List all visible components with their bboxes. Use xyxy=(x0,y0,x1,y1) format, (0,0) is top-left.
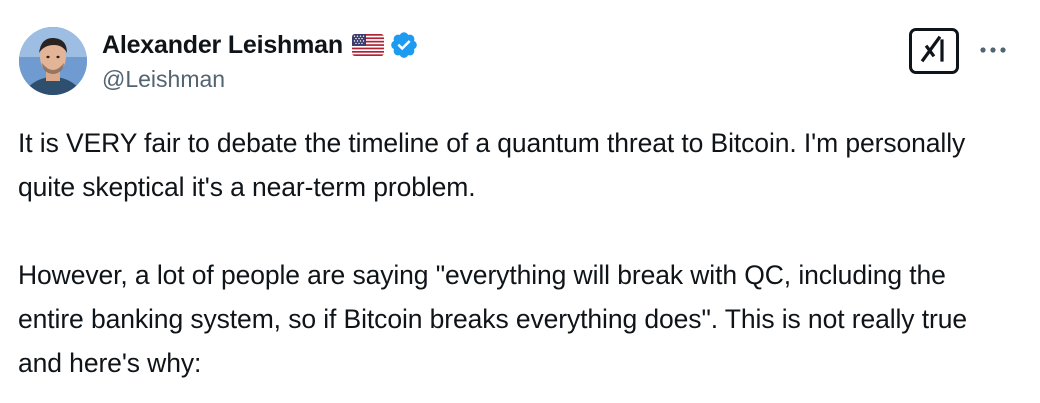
more-options-button[interactable] xyxy=(976,38,1010,62)
avatar-photo xyxy=(19,27,87,95)
more-options-icon xyxy=(978,41,1008,59)
tweet-paragraph: It is VERY fair to debate the timeline o… xyxy=(18,128,966,202)
us-flag-icon xyxy=(351,34,384,56)
tweet-text: It is VERY fair to debate the timeline o… xyxy=(18,121,1008,385)
tweet-paragraph: However, a lot of people are saying "eve… xyxy=(18,260,967,378)
avatar[interactable] xyxy=(19,27,87,95)
verified-badge-icon xyxy=(389,30,419,60)
author-display-name[interactable]: Alexander Leishman xyxy=(102,31,343,60)
author-handle[interactable]: @Leishman xyxy=(102,66,225,93)
author-name-row: Alexander Leishman xyxy=(102,28,419,62)
grok-button[interactable] xyxy=(909,28,959,74)
tweet-card: Alexander Leishman @Leishman It is VERY … xyxy=(0,0,1040,403)
grok-icon xyxy=(919,35,949,68)
